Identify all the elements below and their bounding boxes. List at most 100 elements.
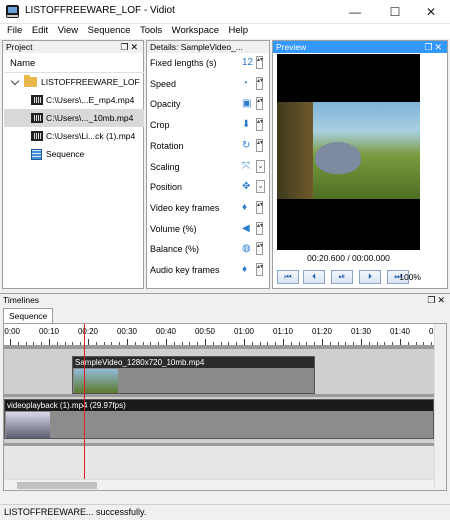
dropdown-button[interactable]: ⌄	[256, 159, 265, 173]
keyframe-icon[interactable]: ♦	[242, 202, 254, 214]
ruler-minor-tick	[64, 342, 66, 345]
project-item-file-3[interactable]: C:\Users\Li...ck (1).mp4	[4, 127, 144, 145]
menu-view[interactable]: View	[58, 24, 78, 36]
zoom-level[interactable]: 100%	[399, 272, 421, 282]
audio-clip[interactable]: videoplayback (1).mp4 (29.97fps)	[4, 399, 434, 439]
opacity-icon[interactable]: ▣	[242, 98, 254, 110]
rotation-icon[interactable]: ↻	[242, 140, 254, 152]
menu-tools[interactable]: Tools	[140, 24, 162, 36]
detail-row[interactable]: Opacity ▣ ▴▾	[150, 94, 270, 114]
detail-row[interactable]: Audio key frames ♦ ▴▾	[150, 260, 270, 280]
ruler-minor-tick	[228, 342, 230, 345]
volume-icon[interactable]: ◀	[242, 223, 254, 235]
project-item-file-1[interactable]: C:\Users\...E_mp4.mp4	[4, 91, 144, 109]
audio-track[interactable]: videoplayback (1).mp4 (29.97fps)	[4, 397, 434, 443]
detail-label: Balance (%)	[150, 244, 200, 255]
detail-row[interactable]: Scaling ⤧ ⌄	[150, 157, 270, 177]
menu-edit[interactable]: Edit	[32, 24, 48, 36]
dropdown-button[interactable]: ⌄	[256, 180, 265, 194]
close-button[interactable]: ✕	[412, 0, 450, 24]
minimize-button[interactable]: —	[336, 0, 374, 24]
detail-row[interactable]: Speed ◔ ▴▾	[150, 74, 270, 94]
ruler-tick	[400, 339, 401, 345]
detail-label: Speed	[150, 78, 177, 89]
detail-row[interactable]: Volume (%) ◀ ▴▾	[150, 219, 270, 239]
speed-icon[interactable]: ◔	[242, 78, 254, 90]
tab-sequence[interactable]: Sequence	[3, 308, 54, 323]
spin-button[interactable]: ▴▾	[256, 242, 263, 256]
ruler-minor-tick	[392, 342, 394, 345]
ruler-minor-tick	[150, 342, 152, 345]
play-icon[interactable]: ⏯	[331, 270, 353, 284]
balance-icon[interactable]: ◍	[242, 243, 254, 255]
ruler-minor-tick	[407, 342, 409, 345]
ruler-label: 01:00	[233, 327, 255, 336]
menu-file[interactable]: File	[7, 24, 22, 36]
audio-clip-title: videoplayback (1).mp4 (29.97fps)	[5, 400, 433, 411]
menu-help[interactable]: Help	[229, 24, 249, 36]
detail-row[interactable]: Video key frames ♦ ▴▾	[150, 198, 270, 218]
maximize-button[interactable]: ☐	[376, 0, 414, 24]
project-tree[interactable]: Name LISTOFFREEWARE_LOF C:\Users\...E_mp…	[4, 54, 144, 163]
detail-label: Crop	[150, 120, 170, 131]
project-item-sequence[interactable]: Sequence	[4, 145, 144, 163]
spin-button[interactable]: ▴▾	[256, 200, 263, 214]
scaling-icon[interactable]: ⤧	[242, 161, 254, 173]
ruler-minor-tick	[25, 342, 27, 345]
scroll-thumb[interactable]	[17, 482, 97, 489]
menu-workspace[interactable]: Workspace	[172, 24, 219, 36]
spin-button[interactable]: ▴▾	[256, 97, 263, 111]
panel-controls[interactable]: ❐✕	[120, 41, 140, 53]
video-clip[interactable]: SampleVideo_1280x720_10mb.mp4	[72, 356, 315, 394]
preview-panel-header: Preview ❐✕	[273, 41, 447, 53]
step-forward-icon[interactable]: ⏵	[359, 270, 381, 284]
playhead[interactable]	[84, 324, 85, 490]
panel-controls[interactable]: ❐✕	[427, 294, 447, 306]
audio-keyframe-icon[interactable]: ♦	[242, 264, 254, 276]
spin-button[interactable]: ▴▾	[256, 56, 263, 69]
ruler-minor-tick	[197, 342, 199, 345]
timeline-area[interactable]: 00:00 00:10 00:20 00:30 00:40 00:50 01:00 01:10…	[3, 323, 447, 491]
project-root-folder[interactable]: LISTOFFREEWARE_LOF	[4, 73, 144, 91]
preview-frame	[277, 102, 420, 199]
fixed-length-icon[interactable]: 12	[242, 57, 254, 69]
project-column-header[interactable]: Name	[4, 54, 144, 73]
ruler-tick	[166, 339, 167, 345]
panel-controls[interactable]: ❐✕	[424, 41, 444, 53]
detail-row[interactable]: Position ✥ ⌄	[150, 177, 270, 197]
ruler-tick	[49, 339, 50, 345]
project-item-label: C:\Users\..._10mb.mp4	[46, 113, 134, 123]
ruler-minor-tick	[158, 342, 160, 345]
detail-label: Scaling	[150, 161, 180, 172]
spin-button[interactable]: ▴▾	[256, 221, 263, 235]
ruler-minor-tick	[33, 342, 35, 345]
preview-time: 00:20.600 / 00:00.000	[307, 253, 390, 263]
timeline-panel: Timelines ❐✕ Sequence 00:0000:1000:2000:…	[0, 293, 450, 504]
spin-button[interactable]: ▴▾	[256, 76, 263, 90]
project-item-file-2[interactable]: C:\Users\..._10mb.mp4	[4, 109, 144, 127]
position-icon[interactable]: ✥	[242, 181, 254, 193]
video-track[interactable]: SampleVideo_1280x720_10mb.mp4	[4, 349, 434, 394]
spin-button[interactable]: ▴▾	[256, 263, 263, 276]
ruler-minor-tick	[298, 342, 300, 345]
step-back-icon[interactable]: ⏴	[303, 270, 325, 284]
empty-track[interactable]	[4, 446, 434, 481]
details-panel-header: Details: SampleVideo_...	[147, 41, 269, 53]
go-to-start-icon[interactable]: ⏮	[277, 270, 299, 284]
detail-row[interactable]: Rotation ↻ ▴▾	[150, 136, 270, 156]
time-ruler[interactable]: 00:00 00:10 00:20 00:30 00:40 00:50 01:00 01:10…	[4, 324, 446, 346]
spin-button[interactable]: ▴▾	[256, 118, 263, 132]
detail-row[interactable]: Fixed lengths (s) 12 ▴▾	[150, 53, 270, 73]
crop-icon[interactable]: ⬇	[242, 119, 254, 131]
spin-button[interactable]: ▴▾	[256, 138, 263, 152]
ruler-minor-tick	[376, 342, 378, 345]
ruler-minor-tick	[72, 342, 74, 345]
chevron-down-icon[interactable]	[10, 76, 20, 86]
timeline-hscroll[interactable]	[4, 479, 434, 490]
detail-row[interactable]: Crop ⬇ ▴▾	[150, 115, 270, 135]
title-bar: LISTOFFREEWARE_LOF - Vidiot — ☐ ✕	[0, 0, 450, 24]
detail-row[interactable]: Balance (%) ◍ ▴▾	[150, 239, 270, 259]
menu-sequence[interactable]: Sequence	[88, 24, 131, 36]
details-panel: Details: SampleVideo_... Fixed lengths (…	[146, 40, 270, 289]
timeline-vscroll[interactable]	[434, 324, 446, 490]
